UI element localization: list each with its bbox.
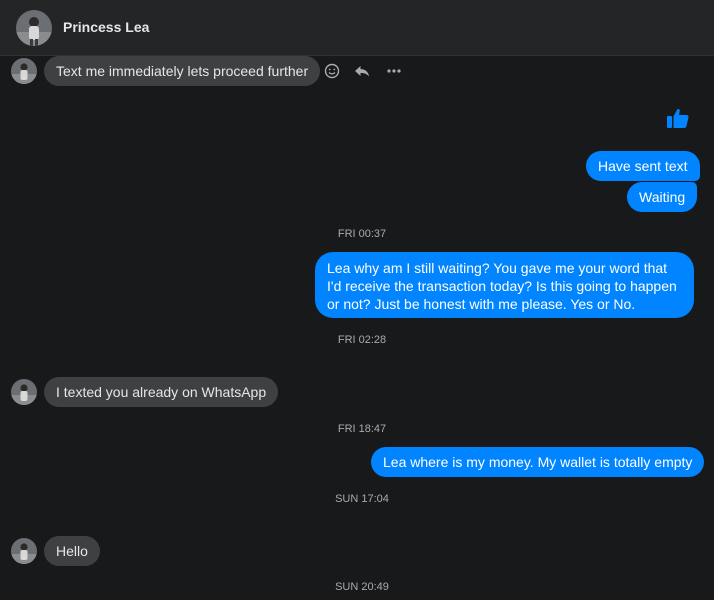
timestamp: FRI 18:47	[337, 423, 387, 435]
message-bubble-outgoing[interactable]: Have sent text	[586, 151, 700, 181]
message-bubble-outgoing[interactable]: Lea why am I still waiting? You gave me …	[315, 252, 694, 318]
message-bubble-incoming[interactable]: Text me immediately lets proceed further	[44, 56, 321, 86]
message-bubble-outgoing[interactable]: Lea where is my money. My wallet is tota…	[371, 447, 705, 477]
message-bubble-incoming[interactable]: I texted you already on WhatsApp	[44, 377, 279, 407]
message-bubble-outgoing[interactable]: Waiting	[627, 182, 698, 212]
contact-avatar-small[interactable]	[11, 379, 37, 405]
timestamp: FRI 00:37	[337, 228, 387, 240]
more-icon[interactable]	[384, 61, 404, 81]
thumbs-up-icon[interactable]	[666, 106, 690, 130]
timestamp: SUN 20:49	[335, 581, 389, 593]
contact-name[interactable]: Princess Lea	[63, 19, 149, 35]
contact-avatar[interactable]	[16, 10, 52, 46]
chat-header: Princess Lea	[0, 0, 714, 56]
timestamp: SUN 17:04	[335, 493, 389, 505]
react-icon[interactable]	[322, 61, 342, 81]
contact-avatar-small[interactable]	[11, 58, 37, 84]
message-bubble-incoming[interactable]: Hello	[44, 536, 100, 566]
contact-avatar-small[interactable]	[11, 538, 37, 564]
timestamp: FRI 02:28	[337, 334, 387, 346]
reply-icon[interactable]	[352, 61, 372, 81]
